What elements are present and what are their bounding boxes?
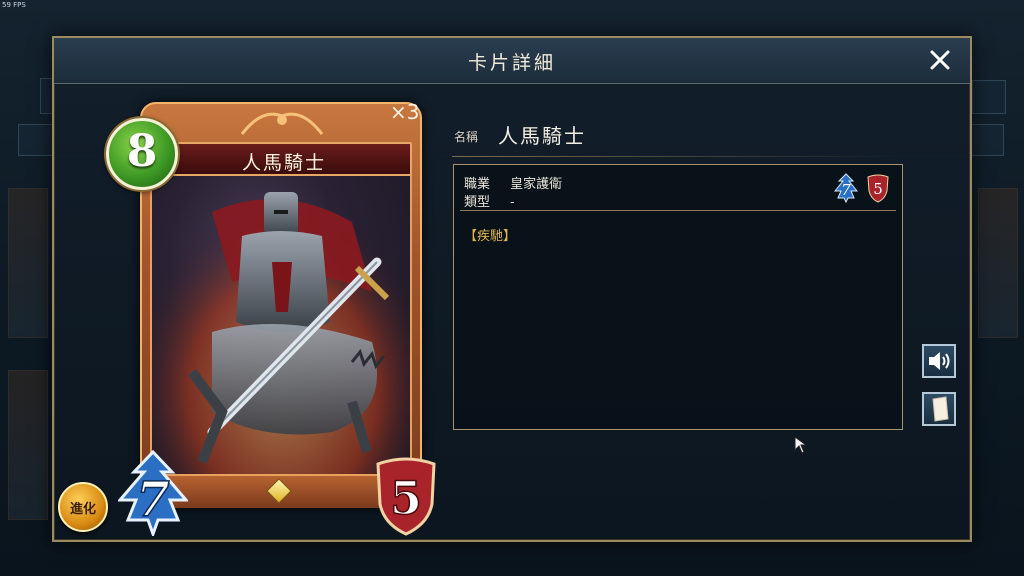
crest-ornament-icon [240, 112, 324, 135]
card-defense: 5 [390, 471, 422, 525]
card-image: 人馬騎士 8 7 5 [106, 102, 436, 536]
close-icon [930, 50, 950, 70]
speaker-icon [929, 352, 950, 370]
mini-attack: 7 [841, 181, 851, 199]
mouse-cursor-icon [794, 436, 808, 454]
voice-button[interactable] [922, 344, 956, 378]
modal-header: 卡片詳細 [54, 38, 970, 84]
class-value: 皇家護衛 [510, 177, 563, 192]
type-row: 類型 - [464, 191, 515, 210]
name-value: 人馬騎士 [498, 124, 586, 148]
close-button[interactable] [924, 44, 956, 76]
info-divider [460, 210, 896, 211]
defense-badge: 5 [376, 457, 436, 536]
card-artwork [150, 170, 412, 484]
background-card [8, 370, 48, 520]
evolve-button[interactable]: 進化 [58, 482, 108, 532]
class-label: 職業 [464, 177, 491, 192]
card-cost: 8 [126, 126, 158, 177]
mini-attack-icon: 7 [834, 173, 858, 203]
skill-text: 【疾馳】 [464, 229, 517, 244]
card-attack: 7 [136, 472, 169, 528]
mini-defense-icon: 5 [867, 174, 889, 203]
card-flip-icon [932, 396, 949, 422]
mini-defense: 5 [873, 180, 883, 198]
card-info-panel: 職業 皇家護衛 類型 - 7 5 【疾馳】 [453, 164, 903, 430]
flip-card-button[interactable] [922, 392, 956, 426]
background-button [972, 80, 1006, 114]
background-card [978, 188, 1018, 338]
name-divider [452, 156, 904, 157]
card-name-banner: 人馬騎士 [170, 142, 412, 176]
cost-gem: 8 [106, 118, 178, 190]
card-count: ×3 [390, 100, 420, 124]
card-name: 人馬騎士 [242, 152, 327, 174]
type-value: - [510, 195, 515, 210]
attack-badge: 7 [118, 450, 188, 536]
name-label: 名稱 [454, 130, 479, 144]
background-card [8, 188, 48, 338]
type-label: 類型 [464, 195, 491, 210]
class-row: 職業 皇家護衛 [464, 173, 562, 192]
evolve-label: 進化 [69, 502, 96, 517]
modal-title: 卡片詳細 [467, 52, 556, 74]
fps-counter: 59 FPS [2, 1, 26, 9]
